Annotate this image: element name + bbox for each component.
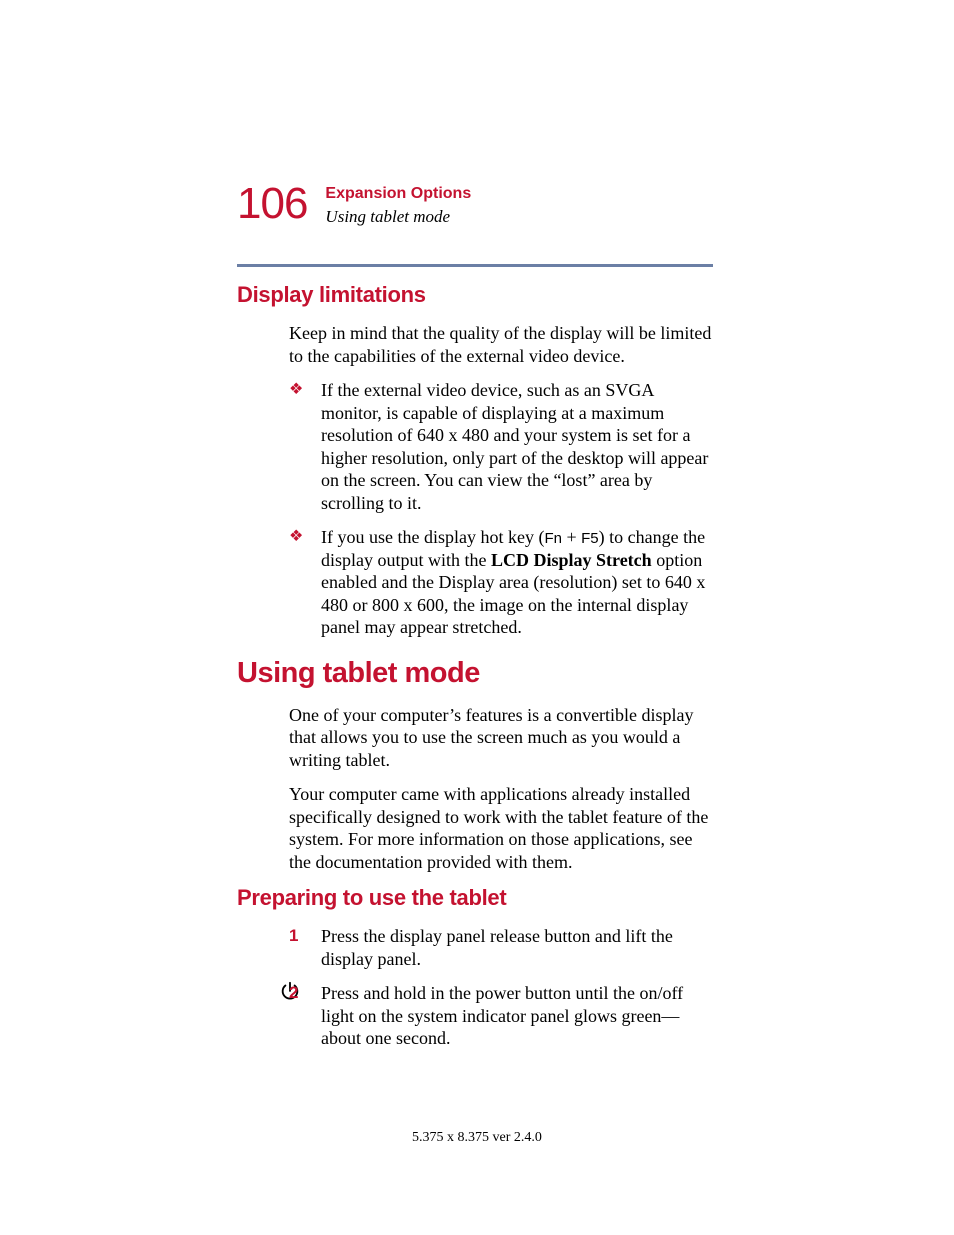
section-subtitle: Using tablet mode — [325, 207, 471, 227]
document-page: 106 Expansion Options Using tablet mode … — [0, 0, 954, 1235]
page-header: 106 Expansion Options Using tablet mode — [237, 182, 713, 228]
bullet-item: ❖ If you use the display hot key (Fn + F… — [289, 526, 713, 639]
page-number: 106 — [237, 182, 307, 226]
paragraph: Keep in mind that the quality of the dis… — [289, 322, 713, 367]
bullet-text: If you use the display hot key (Fn + F5)… — [321, 527, 705, 637]
footer-text: 5.375 x 8.375 ver 2.4.0 — [0, 1130, 954, 1146]
diamond-bullet-icon: ❖ — [289, 380, 303, 400]
bullet-item: ❖ If the external video device, such as … — [289, 379, 713, 514]
chapter-title: Expansion Options — [325, 184, 471, 203]
bold-text: LCD Display Stretch — [491, 550, 652, 570]
bullet-text: If the external video device, such as an… — [321, 380, 708, 513]
header-text-block: Expansion Options Using tablet mode — [325, 182, 471, 228]
heading-using-tablet-mode: Using tablet mode — [237, 657, 713, 690]
heading-display-limitations: Display limitations — [237, 282, 713, 308]
step-item: 1 Press the display panel release button… — [289, 925, 713, 970]
step-text: Press the display panel release button a… — [321, 926, 673, 969]
key-f5: F5 — [581, 530, 599, 547]
diamond-bullet-icon: ❖ — [289, 527, 303, 547]
step-number: 1 — [289, 925, 298, 946]
page-content: Display limitations Keep in mind that th… — [237, 282, 713, 1062]
paragraph: Your computer came with applications alr… — [289, 783, 713, 873]
key-fn: Fn — [544, 530, 562, 547]
header-rule — [237, 264, 713, 267]
step-text: Press and hold in the power button until… — [321, 983, 683, 1048]
paragraph: One of your computer’s features is a con… — [289, 704, 713, 772]
step-item: 2 Press and hold in the power button unt… — [289, 982, 713, 1050]
heading-preparing-tablet: Preparing to use the tablet — [237, 885, 713, 911]
step-number: 2 — [289, 982, 298, 1003]
